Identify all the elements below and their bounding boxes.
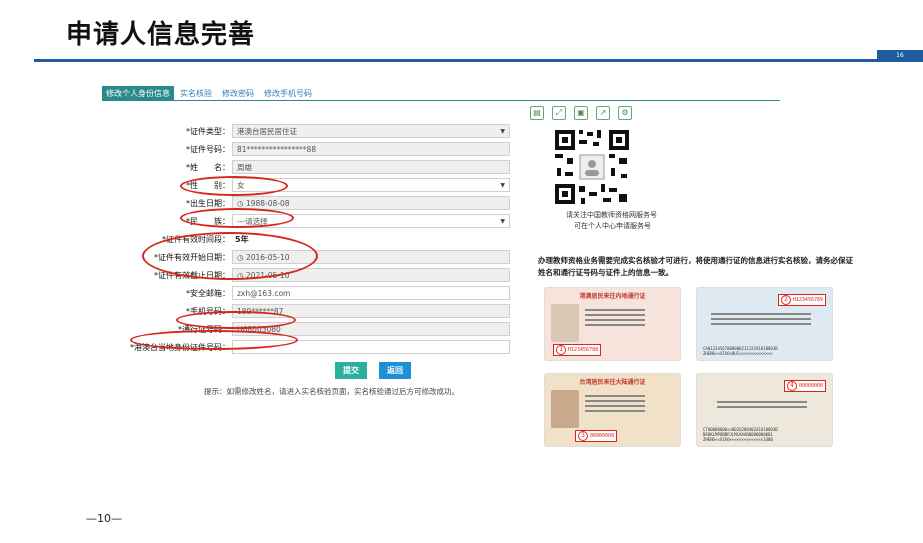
taiwan-permit-front: 台湾居民来往大陆通行证 3 00000000 bbox=[544, 373, 681, 447]
form-row: *证件号码： 81****************88 bbox=[130, 141, 510, 157]
annotation-circle-permit bbox=[176, 311, 296, 329]
qr-subcaption: 可在个人中心申请服务号 bbox=[574, 222, 651, 230]
field-label: *证件类型： bbox=[186, 126, 230, 136]
document-icon[interactable]: ▤ bbox=[530, 106, 544, 120]
dropdown-arrow-icon: ▼ bbox=[500, 128, 505, 135]
card-id-number: 2 H123456789 bbox=[777, 294, 826, 306]
form-row: *安全邮箱： zxh@163.com bbox=[130, 285, 510, 301]
form-row: *出生日期： ◷ 1988-08-08 bbox=[130, 195, 510, 211]
image-icon[interactable]: ▣ bbox=[574, 106, 588, 120]
card-id-number: 3 00000000 bbox=[575, 430, 618, 442]
settings-icon[interactable]: ⚙ bbox=[618, 106, 632, 120]
dropdown-arrow-icon: ▼ bbox=[500, 182, 505, 189]
slide-title: 申请人信息完善 bbox=[66, 20, 256, 50]
hk-macao-permit-back: 2 H123456789 CAH1234567800000211121918108… bbox=[696, 287, 833, 361]
tab-change-phone[interactable]: 修改手机号码 bbox=[260, 86, 316, 101]
card-id-number: 1 H123456788 bbox=[553, 344, 602, 356]
qr-code bbox=[553, 128, 631, 206]
card-photo bbox=[551, 304, 579, 342]
form-row: *证件类型： 港澳台居民居住证 ▼ bbox=[130, 123, 510, 139]
tab-underline bbox=[102, 100, 780, 101]
annotation-circle-dates bbox=[142, 232, 318, 280]
card-id-number: 4 00000000 bbox=[783, 380, 826, 392]
tab-edit-identity[interactable]: 修改个人身份信息 bbox=[102, 86, 174, 101]
card-photo bbox=[551, 390, 579, 428]
birth-date-field[interactable]: ◷ 1988-08-08 bbox=[232, 196, 510, 210]
field-label: *安全邮箱： bbox=[186, 288, 230, 298]
taiwan-permit-back: 4 00000000 CT00000000<<002620040241810803… bbox=[696, 373, 833, 447]
form-row: *姓 名： 周雄 bbox=[130, 159, 510, 175]
form-actions: 提交 返回 bbox=[335, 362, 411, 379]
id-type-select[interactable]: 港澳台居民居住证 ▼ bbox=[232, 124, 510, 138]
field-label: *姓 名： bbox=[186, 162, 230, 172]
card-mrz: CT00000000<<002620040241810803B NSKKLMPO… bbox=[703, 427, 778, 442]
back-button[interactable]: 返回 bbox=[379, 362, 411, 379]
submit-button[interactable]: 提交 bbox=[335, 362, 367, 379]
card-header: 港澳居民来往内地通行证 bbox=[579, 293, 646, 300]
expand-icon[interactable]: ⤢ bbox=[552, 106, 566, 120]
field-label: *证件号码： bbox=[186, 144, 230, 154]
email-field[interactable]: zxh@163.com bbox=[232, 286, 510, 300]
clock-icon: ◷ bbox=[237, 199, 246, 208]
annotation-circle-local-id bbox=[130, 330, 298, 350]
annotation-circle-gender bbox=[180, 176, 288, 196]
hk-macao-permit-front: 港澳居民来往内地通行证 1 H123456788 bbox=[544, 287, 681, 361]
card-mrz: CAH123456780000021112191810803B ZHENG<<X… bbox=[703, 346, 778, 356]
field-label: *出生日期： bbox=[186, 198, 230, 208]
name-field[interactable]: 周雄 bbox=[232, 160, 510, 174]
id-number-field[interactable]: 81****************88 bbox=[232, 142, 510, 156]
qr-caption: 请关注中国教师资格网服务号 bbox=[566, 211, 657, 219]
tab-real-name[interactable]: 实名核验 bbox=[176, 86, 216, 101]
dropdown-arrow-icon: ▼ bbox=[500, 218, 505, 225]
instruction-note: 办理教师资格业务需要完成实名核验才可进行，将使用通行证的信息进行实名核验，请务必… bbox=[538, 256, 853, 277]
card-header: 台湾居民来往大陆通行证 bbox=[579, 379, 646, 386]
toolbar: ▤ ⤢ ▣ ↗ ⚙ bbox=[530, 106, 632, 120]
tab-change-password[interactable]: 修改密码 bbox=[218, 86, 258, 101]
page-footer: —10— bbox=[86, 512, 122, 525]
title-underline bbox=[34, 59, 923, 62]
tab-bar: 修改个人身份信息 实名核验 修改密码 修改手机号码 bbox=[102, 86, 318, 101]
annotation-circle-ethnicity bbox=[180, 208, 294, 228]
form-hint: 提示：如需修改姓名，请进入实名核验页面，实名核验通过后方可修改成功。 bbox=[204, 387, 459, 396]
page-number-tab: 16 bbox=[877, 50, 923, 62]
share-icon[interactable]: ↗ bbox=[596, 106, 610, 120]
